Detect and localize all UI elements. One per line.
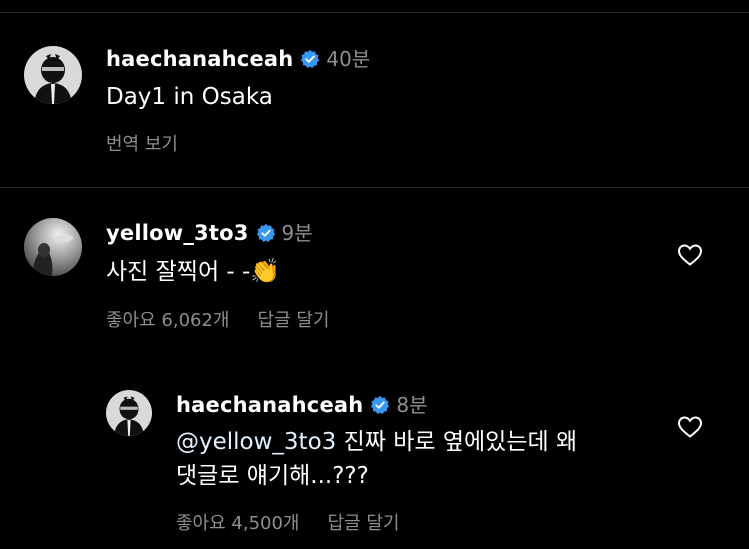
post-header: haechanahceah 40분 (106, 43, 370, 72)
username[interactable]: haechanahceah (176, 393, 363, 417)
reply-body-part1: 진짜 바로 옆에있는데 왜 (336, 429, 578, 455)
heart-icon[interactable] (677, 243, 703, 267)
verified-badge-icon (256, 223, 275, 242)
reply-actions: 좋아요 4,500개 답글 달기 (176, 509, 399, 535)
translate-link[interactable]: 번역 보기 (106, 130, 178, 156)
likes-count[interactable]: 좋아요 6,062개 (106, 310, 230, 331)
heart-icon[interactable] (677, 415, 703, 439)
reply-button[interactable]: 답글 달기 (328, 513, 400, 534)
avatar[interactable] (24, 218, 82, 276)
reply-body-part2: 댓글로 얘기해...??? (176, 463, 369, 489)
avatar-image (106, 390, 152, 436)
avatar-image (24, 218, 82, 276)
reply-button[interactable]: 답글 달기 (258, 310, 330, 331)
likes-count[interactable]: 좋아요 4,500개 (176, 513, 300, 534)
mention-link[interactable]: @yellow_3to3 (176, 429, 336, 455)
comment-body: 사진 잘찍어 - - (106, 259, 251, 285)
comment-text: 사진 잘찍어 - -👏 (106, 254, 280, 289)
post-caption-text: Day1 in Osaka (106, 84, 273, 110)
timestamp: 8분 (396, 393, 428, 417)
avatar-image (24, 46, 82, 104)
reply-header: haechanahceah 8분 (176, 389, 428, 418)
clapping-hands-emoji: 👏 (250, 257, 281, 285)
comment-header: yellow_3to3 9분 (106, 217, 313, 246)
verified-badge-icon (301, 49, 320, 68)
comment-actions: 좋아요 6,062개 답글 달기 (106, 306, 329, 332)
avatar[interactable] (24, 46, 82, 104)
avatar[interactable] (106, 390, 152, 436)
username[interactable]: haechanahceah (106, 47, 293, 71)
reply-line-1: @yellow_3to3 진짜 바로 옆에있는데 왜 (176, 425, 646, 459)
reply-text: @yellow_3to3 진짜 바로 옆에있는데 왜 댓글로 얘기해...??? (176, 425, 646, 493)
username[interactable]: yellow_3to3 (106, 221, 249, 245)
caption-divider (0, 187, 749, 188)
timestamp: 9분 (281, 221, 313, 245)
verified-badge-icon (371, 395, 390, 414)
top-divider (0, 12, 749, 13)
timestamp: 40분 (326, 47, 371, 71)
